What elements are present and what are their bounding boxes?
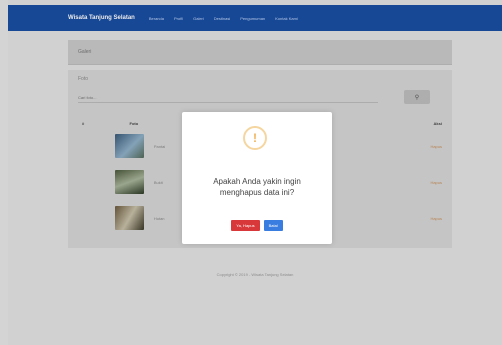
confirm-delete-button[interactable]: Ya, Hapus bbox=[231, 220, 260, 231]
dialog-buttons: Ya, Hapus Batal bbox=[182, 220, 332, 231]
warning-icon: ! bbox=[243, 126, 267, 150]
dialog-message: Apakah Anda yakin ingin menghapus data i… bbox=[213, 177, 301, 197]
cancel-button[interactable]: Batal bbox=[263, 220, 283, 231]
confirm-delete-dialog: ! Apakah Anda yakin ingin menghapus data… bbox=[182, 112, 332, 244]
